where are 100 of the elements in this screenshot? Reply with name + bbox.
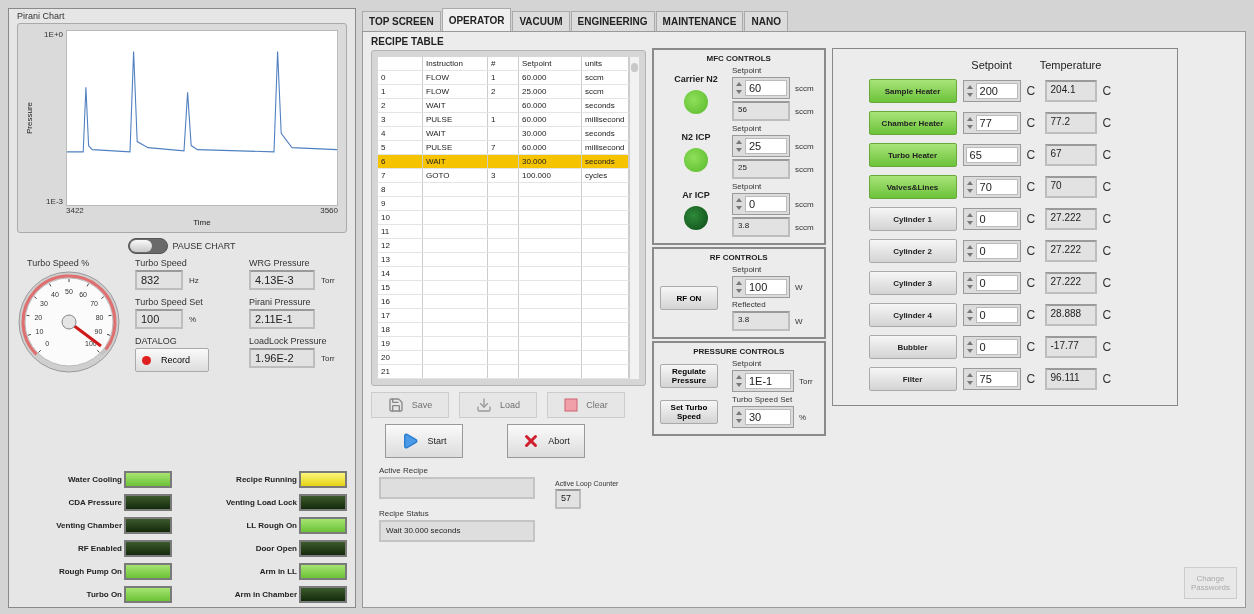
numeric-field[interactable]: 65 <box>962 144 1021 166</box>
table-row[interactable]: 2 WAIT 60.000 seconds <box>378 98 629 113</box>
action-button[interactable]: Set Turbo Speed <box>659 399 718 424</box>
spinner-arrows-icon[interactable] <box>965 371 974 387</box>
spinner-arrows-icon[interactable] <box>734 138 743 154</box>
record-button[interactable]: Record <box>135 348 209 372</box>
spinner-arrows-icon[interactable] <box>965 339 974 355</box>
table-row[interactable]: 16 <box>378 294 629 309</box>
column-header: Instruction <box>422 57 488 71</box>
heater-button[interactable]: Cylinder 4 <box>868 303 957 327</box>
table-cell: sccm <box>581 70 629 85</box>
tab[interactable]: ENGINEERING <box>570 11 655 31</box>
field-label: Reflected <box>731 300 767 309</box>
heater-button[interactable]: Sample Heater <box>868 79 957 103</box>
numeric-field[interactable]: 70 <box>962 176 1021 198</box>
heater-button[interactable]: Cylinder 1 <box>868 207 957 231</box>
rf-button[interactable]: RF ON <box>659 286 718 310</box>
unit-label: C <box>1026 116 1037 130</box>
heater-button[interactable]: Bubbler <box>868 335 957 359</box>
recipe-field[interactable] <box>379 477 535 499</box>
spinner-arrows-icon[interactable] <box>734 373 743 389</box>
table-row[interactable]: 13 <box>378 252 629 267</box>
gas-label: Ar ICP <box>682 189 710 200</box>
table-row[interactable]: 10 <box>378 210 629 225</box>
numeric-field[interactable]: 75 <box>962 368 1021 390</box>
numeric-field[interactable]: 0 <box>962 272 1021 294</box>
tab[interactable]: OPERATOR <box>441 8 512 31</box>
heater-button[interactable]: Cylinder 2 <box>868 239 957 263</box>
heater-button[interactable]: Turbo Heater <box>868 143 957 167</box>
numeric-field[interactable]: 0 <box>962 208 1021 230</box>
field-label: Pirani Pressure <box>249 297 312 307</box>
tab[interactable]: TOP SCREEN <box>362 11 441 31</box>
table-row[interactable]: 5 PULSE 7 60.000 millisecond <box>378 140 629 155</box>
table-cell: 60.000 <box>518 98 582 113</box>
pause-toggle[interactable] <box>128 238 169 254</box>
spinner-arrows-icon[interactable] <box>734 409 743 425</box>
readout-field: 96.111 <box>1044 368 1097 390</box>
spinner-arrows-icon[interactable] <box>965 83 974 99</box>
heater-button[interactable]: Filter <box>868 367 957 391</box>
spinner-arrows-icon[interactable] <box>734 80 743 96</box>
numeric-field[interactable]: 30 <box>731 406 794 428</box>
table-row[interactable]: 18 <box>378 322 629 337</box>
table-row[interactable]: 17 <box>378 308 629 323</box>
numeric-field[interactable]: 0 <box>962 240 1021 262</box>
field-label: Active Recipe <box>379 466 429 475</box>
field-label: Setpoint <box>731 182 763 191</box>
table-row[interactable]: 1 FLOW 2 25.000 sccm <box>378 84 629 99</box>
spinner-arrows-icon[interactable] <box>965 275 974 291</box>
spinner-arrows-icon[interactable] <box>734 196 743 212</box>
table-row[interactable]: 0 FLOW 1 60.000 sccm <box>378 70 629 85</box>
field-label: Turbo Speed Set <box>731 395 794 404</box>
numeric-field[interactable]: 0 <box>731 193 790 215</box>
table-row[interactable]: 8 <box>378 182 629 197</box>
table-row[interactable]: 3 PULSE 1 60.000 millisecond <box>378 112 629 127</box>
table-cell: seconds <box>581 154 629 169</box>
spinner-arrows-icon[interactable] <box>965 179 974 195</box>
unit-label: C <box>1102 276 1113 290</box>
table-row[interactable]: 9 <box>378 196 629 211</box>
scrollbar[interactable] <box>628 57 639 379</box>
tab[interactable]: VACUUM <box>512 11 570 31</box>
readout-field: 2.11E-1 <box>249 309 315 329</box>
numeric-field[interactable]: 0 <box>962 304 1021 326</box>
action-button[interactable]: Abort <box>507 424 585 458</box>
heater-button[interactable]: Chamber Heater <box>868 111 957 135</box>
table-cell: millisecond <box>581 112 629 127</box>
heater-button[interactable]: Cylinder 3 <box>868 271 957 295</box>
spinner-arrows-icon[interactable] <box>965 243 974 259</box>
numeric-field[interactable]: 77 <box>962 112 1021 134</box>
table-row[interactable]: 14 <box>378 266 629 281</box>
field-label: Setpoint <box>731 359 763 368</box>
numeric-field[interactable]: 25 <box>731 135 790 157</box>
spinner-arrows-icon[interactable] <box>965 115 974 131</box>
field-label: Setpoint <box>731 265 763 274</box>
spinner-arrows-icon[interactable] <box>965 211 974 227</box>
action-button[interactable]: Regulate Pressure <box>659 363 718 388</box>
numeric-field[interactable]: 100 <box>731 276 790 298</box>
unit-label: C <box>1102 340 1113 354</box>
table-row[interactable]: 15 <box>378 280 629 295</box>
numeric-field[interactable]: 200 <box>962 80 1021 102</box>
spinner-arrows-icon[interactable] <box>965 307 974 323</box>
table-row[interactable]: 21 <box>378 364 629 379</box>
table-row[interactable]: 4 WAIT 30.000 seconds <box>378 126 629 141</box>
unit-label: C <box>1026 276 1037 290</box>
numeric-field[interactable]: 60 <box>731 77 790 99</box>
table-row[interactable]: 12 <box>378 238 629 253</box>
readout-field: 27.222 <box>1044 208 1097 230</box>
numeric-field[interactable]: 0 <box>962 336 1021 358</box>
heater-button[interactable]: Valves&Lines <box>868 175 957 199</box>
table-row[interactable]: 7 GOTO 3 100.000 cycles <box>378 168 629 183</box>
table-row[interactable]: 19 <box>378 336 629 351</box>
tab[interactable]: MAINTENANCE <box>655 11 744 31</box>
action-button[interactable]: Start <box>385 424 463 458</box>
spinner-arrows-icon[interactable] <box>734 279 743 295</box>
tab[interactable]: NANO <box>744 11 788 31</box>
numeric-field[interactable]: 1E-1 <box>731 370 794 392</box>
table-row[interactable]: 20 <box>378 350 629 365</box>
table-cell: 60.000 <box>518 140 582 155</box>
field-label: WRG Pressure <box>249 258 311 268</box>
table-cell: 2 <box>487 84 519 99</box>
table-row[interactable]: 11 <box>378 224 629 239</box>
